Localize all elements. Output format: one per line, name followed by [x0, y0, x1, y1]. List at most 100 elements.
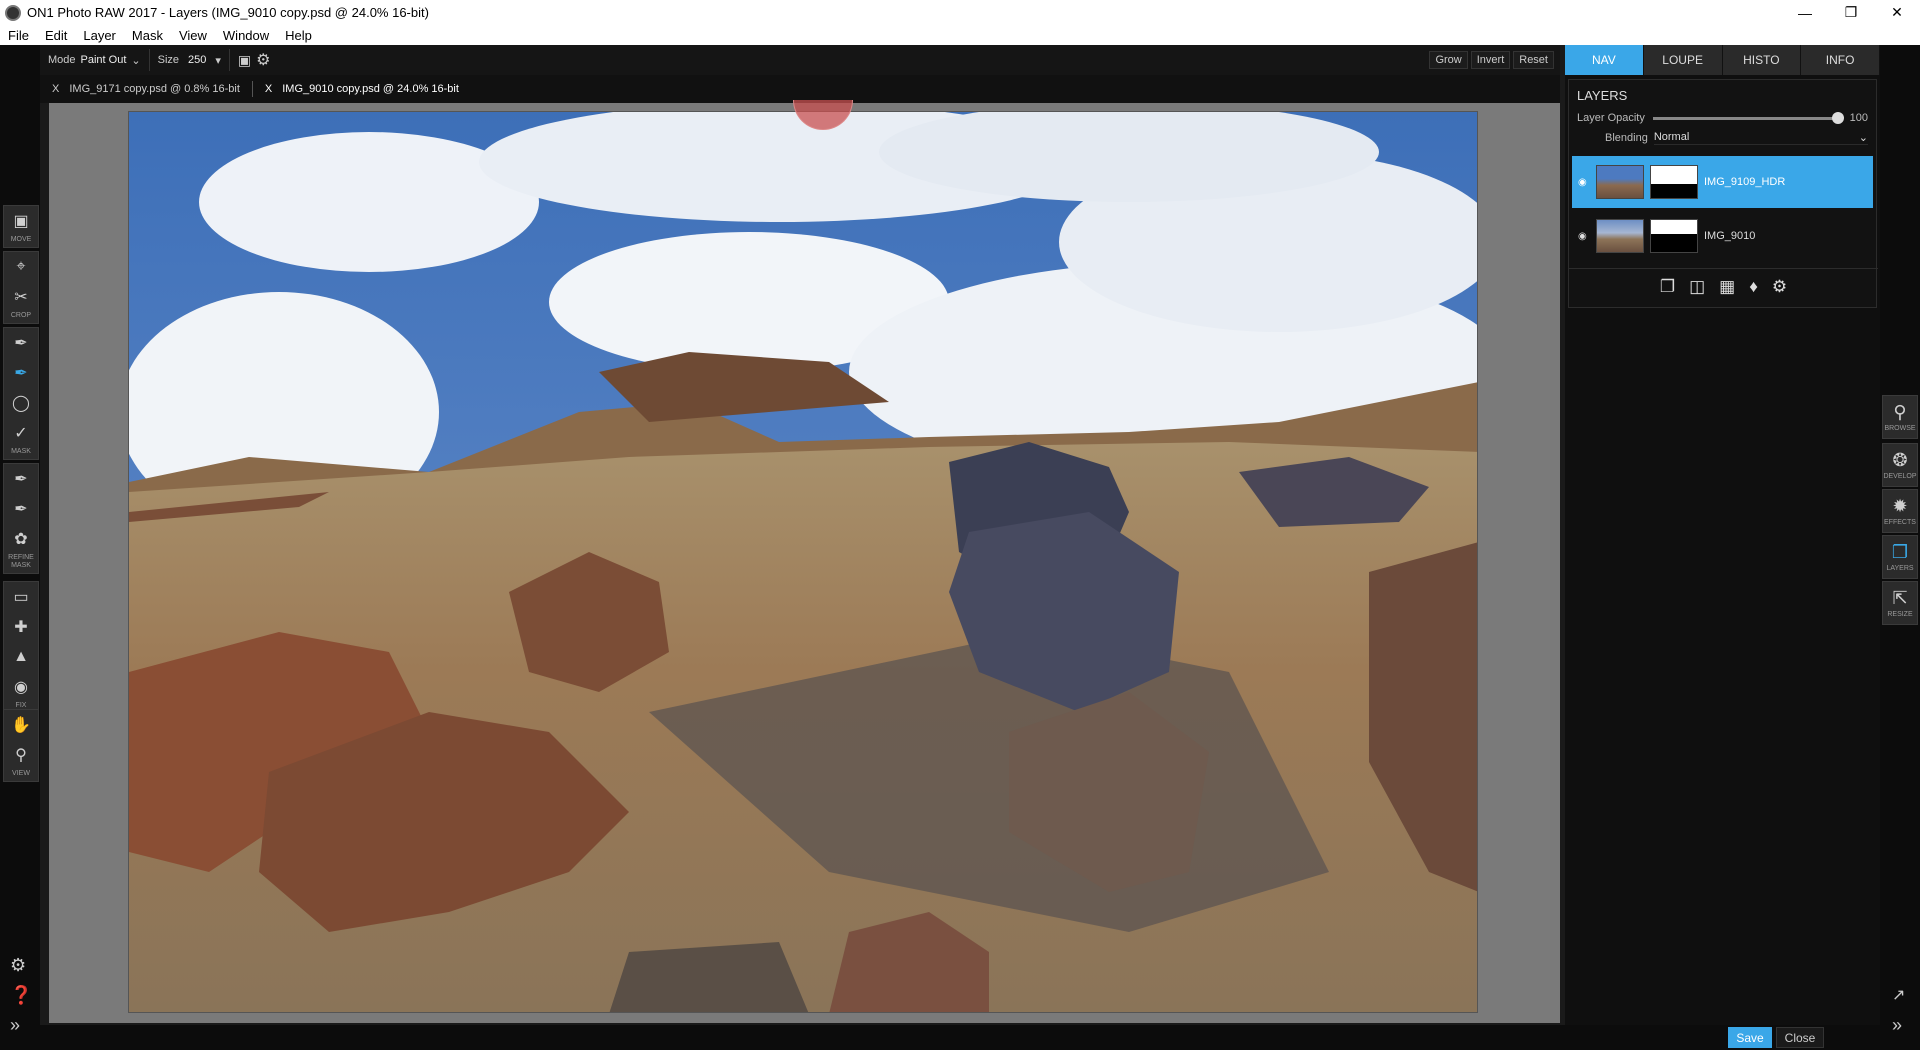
layer-row[interactable]: ◉ IMG_9109_HDR — [1572, 156, 1873, 208]
layer-mask-thumbnail — [1650, 165, 1698, 199]
opacity-value[interactable]: 100 — [1846, 112, 1868, 124]
close-tab-icon[interactable]: X — [265, 83, 272, 95]
effects-icon: ✹ — [1892, 496, 1908, 516]
module-develop[interactable]: ❂ DEVELOP — [1882, 443, 1918, 487]
module-bar: ⚲ BROWSE ❂ DEVELOP ✹ EFFECTS ❐ LAYERS ⇱ … — [1880, 45, 1920, 1050]
clone-stamp-icon[interactable]: ▲ — [4, 642, 38, 672]
size-value[interactable]: 250 — [184, 54, 210, 66]
mode-select[interactable]: Paint Out — [81, 54, 127, 66]
visibility-eye-icon[interactable]: ◉ — [1578, 177, 1590, 188]
aperture-icon: ❂ — [1892, 450, 1908, 470]
quick-mask-icon[interactable]: ✓ — [4, 418, 38, 448]
layer-name: IMG_9010 — [1704, 230, 1756, 242]
help-icon[interactable]: ❓ — [10, 985, 32, 1006]
layer-settings-gear-icon[interactable]: ⚙ — [1772, 277, 1787, 297]
hand-icon[interactable]: ✋ — [4, 710, 38, 740]
image-canvas[interactable] — [49, 100, 1560, 1023]
save-button[interactable]: Save — [1728, 1027, 1772, 1048]
expand-panel-icon[interactable]: » — [10, 1015, 20, 1036]
blending-select[interactable]: Normal ⌄ — [1653, 131, 1868, 145]
masking-brush-icon[interactable]: ✒ — [4, 328, 38, 358]
menu-mask[interactable]: Mask — [124, 28, 171, 43]
eraser-icon[interactable]: ▭ — [4, 582, 38, 612]
layer-tools: ❐ ◫ ▦ ♦ ⚙ — [1569, 268, 1878, 304]
refine-label: REFINE MASK — [8, 554, 34, 569]
share-icon[interactable]: ↗ — [1892, 985, 1905, 1005]
minimize-button[interactable]: — — [1782, 0, 1828, 25]
move-label: MOVE — [10, 236, 32, 243]
layers-panel: LAYERS Layer Opacity 100 Blending Normal… — [1568, 79, 1878, 308]
layer-row[interactable]: ◉ IMG_9010 — [1572, 210, 1873, 262]
tool-group-fix: ▭ ✚ ▲ ◉ FIX — [3, 581, 39, 714]
module-effects[interactable]: ✹ EFFECTS — [1882, 489, 1918, 533]
chisel-icon[interactable]: ✒ — [4, 494, 38, 524]
mode-group: Mode Paint Out ⌄ — [40, 49, 150, 71]
close-tab-icon[interactable]: X — [52, 83, 59, 95]
active-brush-icon[interactable]: ✒ — [4, 358, 38, 388]
tool-options-bar: Mode Paint Out ⌄ Size 250 ▾ ▣ ⚙ Grow Inv… — [40, 45, 1560, 75]
merge-layer-icon[interactable]: ▦ — [1719, 277, 1735, 297]
resize-icon: ⇱ — [1892, 588, 1908, 608]
blending-value: Normal — [1653, 131, 1690, 143]
zoom-icon[interactable]: ⚲ — [4, 740, 38, 770]
gradient-mask-icon[interactable]: ◯ — [4, 388, 38, 418]
duplicate-layer-icon[interactable]: ❐ — [1660, 277, 1675, 297]
grow-button[interactable]: Grow — [1429, 51, 1468, 69]
module-label: EFFECTS — [1884, 519, 1916, 526]
tab-histo[interactable]: HISTO — [1722, 45, 1802, 75]
tab-loupe[interactable]: LOUPE — [1643, 45, 1723, 75]
layer-thumbnail — [1596, 165, 1644, 199]
gear-icon[interactable]: ⚙ — [256, 50, 270, 70]
close-window-button[interactable]: ✕ — [1874, 0, 1920, 25]
chevron-down-icon[interactable]: ⌄ — [131, 54, 140, 67]
brush-options-group: ▣ ⚙ — [230, 49, 279, 71]
brush-shape-icon[interactable]: ▣ — [238, 52, 251, 69]
tool-group-move: ▣ MOVE — [3, 205, 39, 248]
module-resize[interactable]: ⇱ RESIZE — [1882, 581, 1918, 625]
doc-tab[interactable]: X IMG_9171 copy.psd @ 0.8% 16-bit — [40, 81, 252, 97]
reset-button[interactable]: Reset — [1513, 51, 1554, 69]
opacity-slider[interactable] — [1652, 111, 1844, 124]
redeye-icon[interactable]: ◉ — [4, 672, 38, 702]
photo-image[interactable] — [128, 111, 1478, 1013]
menu-help[interactable]: Help — [277, 28, 320, 43]
layer-name: IMG_9109_HDR — [1704, 176, 1786, 188]
expand-right-icon[interactable]: » — [1892, 1015, 1902, 1036]
visibility-eye-icon[interactable]: ◉ — [1578, 231, 1590, 242]
transform-icon[interactable]: ▣ — [4, 206, 38, 236]
fill-icon[interactable]: ♦ — [1749, 277, 1758, 297]
restore-button[interactable]: ❐ — [1828, 0, 1874, 25]
doc-tab-label: IMG_9171 copy.psd @ 0.8% 16-bit — [69, 83, 240, 95]
tool-group-view: ✋ ⚲ VIEW — [3, 709, 39, 782]
crop-icon[interactable]: ⌖ — [4, 252, 38, 282]
close-button[interactable]: Close — [1776, 1027, 1824, 1048]
blur-brush-icon[interactable]: ✿ — [4, 524, 38, 554]
tab-nav[interactable]: NAV — [1565, 45, 1644, 75]
size-dropdown-icon[interactable]: ▾ — [215, 54, 221, 67]
menu-layer[interactable]: Layer — [75, 28, 124, 43]
blending-row: Blending Normal ⌄ — [1569, 128, 1876, 148]
module-browse[interactable]: ⚲ BROWSE — [1882, 395, 1918, 439]
new-layer-icon[interactable]: ◫ — [1689, 277, 1705, 297]
opacity-slider-knob[interactable] — [1832, 111, 1844, 124]
doc-tab-active[interactable]: X IMG_9010 copy.psd @ 24.0% 16-bit — [251, 81, 471, 97]
menu-view[interactable]: View — [171, 28, 215, 43]
scissors-icon[interactable]: ✂ — [4, 282, 38, 312]
layer-thumbnail — [1596, 219, 1644, 253]
crop-label: CROP — [10, 312, 32, 319]
module-layers[interactable]: ❐ LAYERS — [1882, 535, 1918, 579]
settings-gear-icon[interactable]: ⚙ — [10, 955, 26, 976]
menu-file[interactable]: File — [0, 28, 37, 43]
bandage-icon[interactable]: ✚ — [4, 612, 38, 642]
invert-button[interactable]: Invert — [1470, 51, 1511, 69]
menu-window[interactable]: Window — [215, 28, 277, 43]
mask-label: MASK — [11, 448, 31, 455]
layers-icon: ❐ — [1891, 542, 1909, 562]
refine-brush-icon[interactable]: ✒ — [4, 464, 38, 494]
tab-info[interactable]: INFO — [1801, 45, 1880, 75]
right-panel: NAV LOUPE HISTO INFO LAYERS Layer Opacit… — [1565, 45, 1880, 1025]
menu-edit[interactable]: Edit — [37, 28, 75, 43]
opacity-slider-fill — [1652, 116, 1838, 120]
opacity-label: Layer Opacity — [1577, 112, 1645, 124]
tools-sidebar: ▣ MOVE ⌖ ✂ CROP ✒ ✒ ◯ ✓ MASK ✒ ✒ ✿ REFIN… — [0, 45, 40, 1050]
